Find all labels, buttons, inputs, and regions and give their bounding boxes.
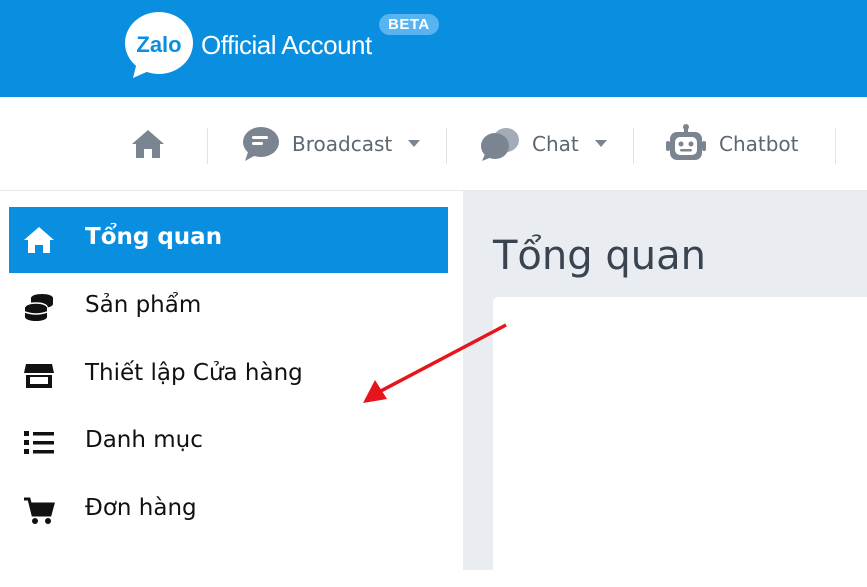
sidebar-item-label: Thiết lập Cửa hàng — [85, 360, 303, 386]
nav-chatbot-label: Chatbot — [719, 131, 799, 156]
annotation-arrow-icon — [363, 323, 507, 403]
sidebar-item-label: Danh mục — [85, 427, 203, 453]
sidebar-item-categories[interactable]: Danh mục — [9, 410, 448, 476]
main-content: Tổng quan — [463, 191, 867, 587]
sidebar-item-orders[interactable]: Đơn hàng — [9, 478, 448, 544]
sidebar-item-label: Sản phẩm — [85, 292, 202, 318]
store-icon — [24, 364, 54, 388]
home-icon — [24, 227, 54, 253]
nav-divider — [207, 128, 208, 164]
list-icon — [24, 431, 54, 454]
nav-divider — [835, 128, 836, 164]
cart-icon — [24, 497, 55, 524]
main-navbar: Broadcast Chat Chatbot — [0, 97, 867, 191]
top-brand-bar: Zalo Official Account BETA — [0, 0, 867, 97]
chevron-down-icon — [594, 140, 607, 147]
sidebar-item-overview[interactable]: Tổng quan — [9, 207, 448, 273]
home-icon — [132, 129, 164, 158]
page-title: Tổng quan — [493, 233, 706, 279]
nav-divider — [633, 128, 634, 164]
chatbot-icon — [666, 123, 706, 160]
coins-icon — [24, 294, 53, 321]
nav-home[interactable] — [130, 97, 166, 190]
chevron-down-icon — [408, 140, 421, 147]
nav-broadcast-label: Broadcast — [292, 131, 393, 156]
nav-chat[interactable]: Chat — [480, 97, 607, 190]
svg-text:Zalo: Zalo — [136, 32, 181, 57]
brand-name: Official Account — [201, 30, 372, 60]
nav-divider — [446, 128, 447, 164]
nav-chatbot[interactable]: Chatbot — [665, 97, 799, 190]
beta-badge: BETA — [379, 14, 439, 35]
overview-card — [493, 297, 867, 587]
nav-chat-label: Chat — [532, 131, 579, 156]
nav-broadcast[interactable]: Broadcast — [242, 97, 421, 190]
zalo-logo-icon: Zalo — [125, 12, 193, 78]
chat-icon — [481, 127, 519, 161]
sidebar-item-label: Tổng quan — [85, 224, 223, 250]
sidebar-item-label: Đơn hàng — [85, 495, 197, 521]
broadcast-icon — [243, 126, 279, 161]
